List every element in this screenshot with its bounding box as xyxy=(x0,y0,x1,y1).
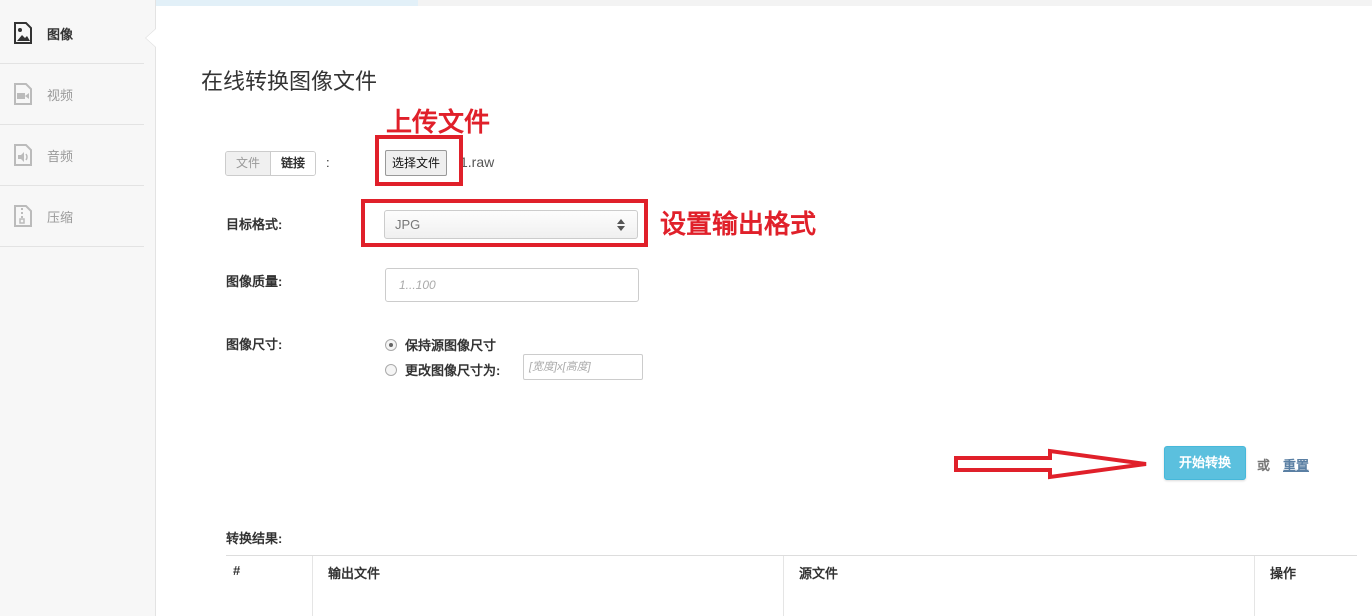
page-title: 在线转换图像文件 xyxy=(201,69,378,94)
size-label: 图像尺寸: xyxy=(226,337,283,352)
sidebar-item-label: 视频 xyxy=(47,87,74,103)
column-header-actions: 操作 xyxy=(1270,566,1297,581)
target-format-label: 目标格式: xyxy=(226,217,283,232)
active-indicator xyxy=(146,29,156,47)
keep-size-option[interactable]: 保持源图像尺寸 xyxy=(385,335,496,354)
custom-size-input[interactable]: [宽度]x[高度] xyxy=(523,354,643,380)
sidebar-item-label: 压缩 xyxy=(47,209,74,225)
sidebar-item-archive[interactable]: 压缩 xyxy=(0,186,144,247)
sidebar-item-image[interactable]: 图像 xyxy=(0,3,144,64)
tab-link[interactable]: 链接 xyxy=(271,152,316,175)
annotation-format-box xyxy=(361,199,648,247)
annotation-upload-text: 上传文件 xyxy=(386,107,491,137)
column-header-index: # xyxy=(233,563,241,578)
column-header-output: 输出文件 xyxy=(328,566,381,581)
quality-input[interactable]: 1...100 xyxy=(385,268,639,302)
audio-icon xyxy=(14,144,32,166)
image-icon xyxy=(14,22,32,44)
selected-file-name: 1.raw xyxy=(460,154,495,170)
sidebar-item-label: 音频 xyxy=(47,148,74,164)
or-text: 或 xyxy=(1257,458,1271,473)
custom-size-option[interactable]: 更改图像尺寸为: xyxy=(385,360,500,379)
column-header-source: 源文件 xyxy=(799,566,839,581)
annotation-upload-box xyxy=(375,135,463,186)
video-icon xyxy=(14,83,32,105)
archive-icon xyxy=(14,205,32,227)
quality-label: 图像质量: xyxy=(226,274,283,289)
annotation-format-text: 设置输出格式 xyxy=(660,209,817,239)
annotation-arrow-icon xyxy=(954,448,1147,480)
start-convert-button[interactable]: 开始转换 xyxy=(1164,446,1246,480)
sidebar-item-label: 图像 xyxy=(47,26,74,42)
top-progress-strip xyxy=(156,0,1372,6)
sidebar-item-audio[interactable]: 音频 xyxy=(0,125,144,186)
source-type-toggle: 文件 链接 xyxy=(225,151,317,176)
reset-link[interactable]: 重置 xyxy=(1283,455,1309,474)
sidebar-item-video[interactable]: 视频 xyxy=(0,64,144,125)
results-table-border xyxy=(226,555,1357,556)
custom-size-radio[interactable] xyxy=(385,363,397,376)
custom-size-label: 更改图像尺寸为: xyxy=(405,363,501,378)
results-label: 转换结果: xyxy=(226,531,283,546)
sidebar: 图像 视频 音频 压缩 xyxy=(0,0,156,616)
keep-size-label: 保持源图像尺寸 xyxy=(405,338,497,353)
keep-size-radio[interactable] xyxy=(385,338,397,351)
source-colon: : xyxy=(326,155,330,170)
tab-file[interactable]: 文件 xyxy=(226,152,272,175)
